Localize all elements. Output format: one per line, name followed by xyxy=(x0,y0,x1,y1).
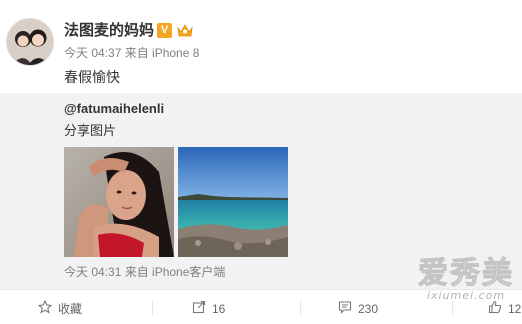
username-link[interactable]: 法图麦的妈妈 xyxy=(64,22,154,40)
favorite-label: 收藏 xyxy=(58,302,83,316)
star-icon xyxy=(37,299,53,318)
comment-button[interactable]: 230 xyxy=(338,300,378,318)
like-button[interactable]: 12 xyxy=(488,300,521,318)
site-watermark: 爱秀美 ixiumei.com xyxy=(418,256,514,302)
repost-icon xyxy=(192,300,206,318)
verified-badge-icon[interactable]: V xyxy=(157,23,172,38)
avatar-image xyxy=(7,19,53,65)
like-count: 12 xyxy=(508,302,522,316)
repost-text: 分享图片 xyxy=(64,123,117,138)
repost-button[interactable]: 16 xyxy=(192,300,225,318)
user-avatar[interactable] xyxy=(6,18,54,66)
comment-icon xyxy=(338,300,352,318)
sea-photo-image xyxy=(178,147,288,257)
post-meta: 今天 04:37 来自 iPhone 8 xyxy=(64,46,200,60)
watermark-logo-text: 爱秀美 xyxy=(418,256,514,291)
repost-count: 16 xyxy=(212,302,226,316)
repost-meta: 今天 04:31 来自 iPhone客户端 xyxy=(64,265,226,279)
watermark-domain: ixiumei.com xyxy=(426,289,506,302)
action-divider xyxy=(152,300,153,316)
selfie-photo-image xyxy=(64,147,174,257)
repost-username-link[interactable]: @fatumaihelenli xyxy=(64,101,164,117)
sea-photo[interactable] xyxy=(178,147,288,257)
selfie-photo[interactable] xyxy=(64,147,174,257)
weibo-post: 法图麦的妈妈 V 今天 04:37 来自 iPhone 8 春假愉快 @fatu… xyxy=(0,0,522,324)
thumbs-up-icon xyxy=(488,300,502,318)
comment-count: 230 xyxy=(358,302,379,316)
action-divider xyxy=(452,300,453,316)
favorite-button[interactable]: 收藏 xyxy=(37,299,83,318)
post-text: 春假愉快 xyxy=(64,69,120,85)
action-divider xyxy=(300,300,301,316)
crown-badge-icon[interactable] xyxy=(176,22,194,38)
